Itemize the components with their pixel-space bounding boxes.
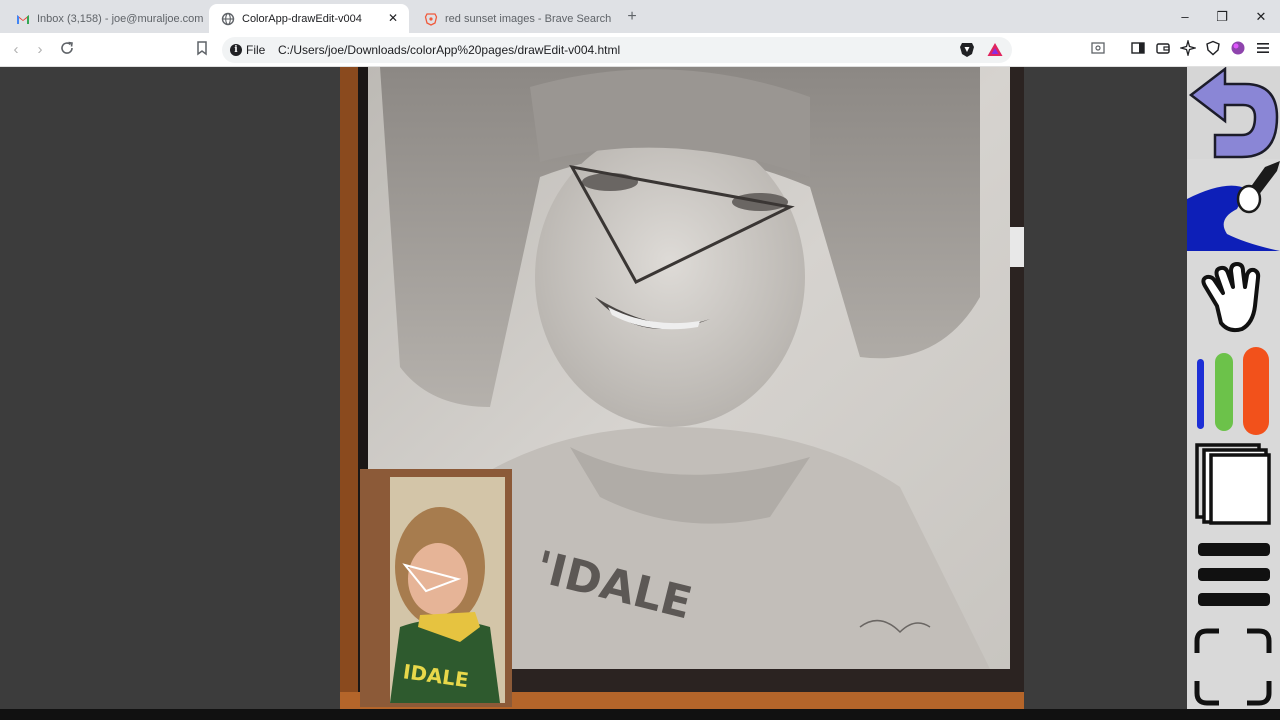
color-tool-button[interactable] xyxy=(1187,341,1280,437)
layers-button[interactable] xyxy=(1187,437,1280,529)
tab-label: Inbox (3,158) - joe@muraljoe.com - xyxy=(37,12,206,25)
profile-avatar[interactable] xyxy=(1228,40,1248,60)
brush-tool-button[interactable] xyxy=(1187,159,1280,251)
fullscreen-icon xyxy=(1194,628,1272,706)
gmail-icon xyxy=(16,12,30,26)
close-tab-icon[interactable]: ✕ xyxy=(385,10,401,26)
url-text[interactable]: C:/Users/joe/Downloads/colorApp%20pages/… xyxy=(278,43,620,57)
tab-colorapp[interactable]: ColorApp-drawEdit-v004 ✕ xyxy=(209,4,409,33)
tab-bar: Inbox (3,158) - joe@muraljoe.com - Color… xyxy=(0,0,1280,33)
url-scheme: File xyxy=(246,43,266,57)
tab-gmail[interactable]: Inbox (3,158) - joe@muraljoe.com - xyxy=(4,4,206,33)
small-photo: IDALE xyxy=(360,469,512,707)
color-markers-icon xyxy=(1197,347,1269,435)
tab-brave-search[interactable]: red sunset images - Brave Search xyxy=(412,4,617,33)
hand-pan-icon xyxy=(1201,262,1261,333)
brave-rewards-icon[interactable] xyxy=(986,41,1004,59)
sidebar-toggle-icon[interactable] xyxy=(1128,40,1148,60)
menu-icon xyxy=(1198,543,1270,606)
undo-icon xyxy=(1188,66,1279,159)
forward-icon[interactable]: › xyxy=(30,40,50,60)
info-icon[interactable]: i xyxy=(230,44,242,56)
page-search-icon[interactable] xyxy=(1088,40,1108,60)
layers-icon xyxy=(1195,443,1271,525)
drawing-canvas[interactable]: 'IDALE IDALE xyxy=(0,67,1280,709)
brave-shields-icon[interactable] xyxy=(958,41,976,59)
close-window-button[interactable]: ✕ xyxy=(1250,6,1272,28)
back-icon[interactable]: ‹ xyxy=(6,40,26,60)
undo-button[interactable] xyxy=(1187,66,1280,159)
brave-icon xyxy=(424,12,438,26)
address-bar[interactable]: i File C:/Users/joe/Downloads/colorApp%2… xyxy=(222,37,1012,63)
maximize-button[interactable]: ❐ xyxy=(1211,6,1233,28)
canvas-photo: 'IDALE IDALE xyxy=(340,67,1024,709)
bookmark-icon[interactable] xyxy=(192,40,212,60)
bottom-bar xyxy=(0,709,1280,720)
tab-label: ColorApp-drawEdit-v004 xyxy=(242,12,362,25)
wallet-icon[interactable] xyxy=(1153,40,1173,60)
vpn-shield-icon[interactable] xyxy=(1203,40,1223,60)
leo-ai-icon[interactable] xyxy=(1178,38,1198,60)
main-menu-icon[interactable] xyxy=(1253,40,1273,60)
pan-tool-button[interactable] xyxy=(1187,251,1280,341)
menu-button[interactable] xyxy=(1187,529,1280,611)
reload-icon[interactable] xyxy=(57,40,77,60)
tab-label: red sunset images - Brave Search xyxy=(445,12,612,25)
fullscreen-button[interactable] xyxy=(1187,611,1280,709)
new-tab-button[interactable]: + xyxy=(622,7,642,27)
minimize-button[interactable]: – xyxy=(1174,6,1196,28)
browser-toolbar: ‹ › i File C:/Users/joe/Downloads/colorA… xyxy=(0,33,1280,67)
paint-brush-icon xyxy=(1187,161,1280,251)
globe-icon xyxy=(221,12,235,26)
tool-sidebar xyxy=(1187,66,1280,709)
